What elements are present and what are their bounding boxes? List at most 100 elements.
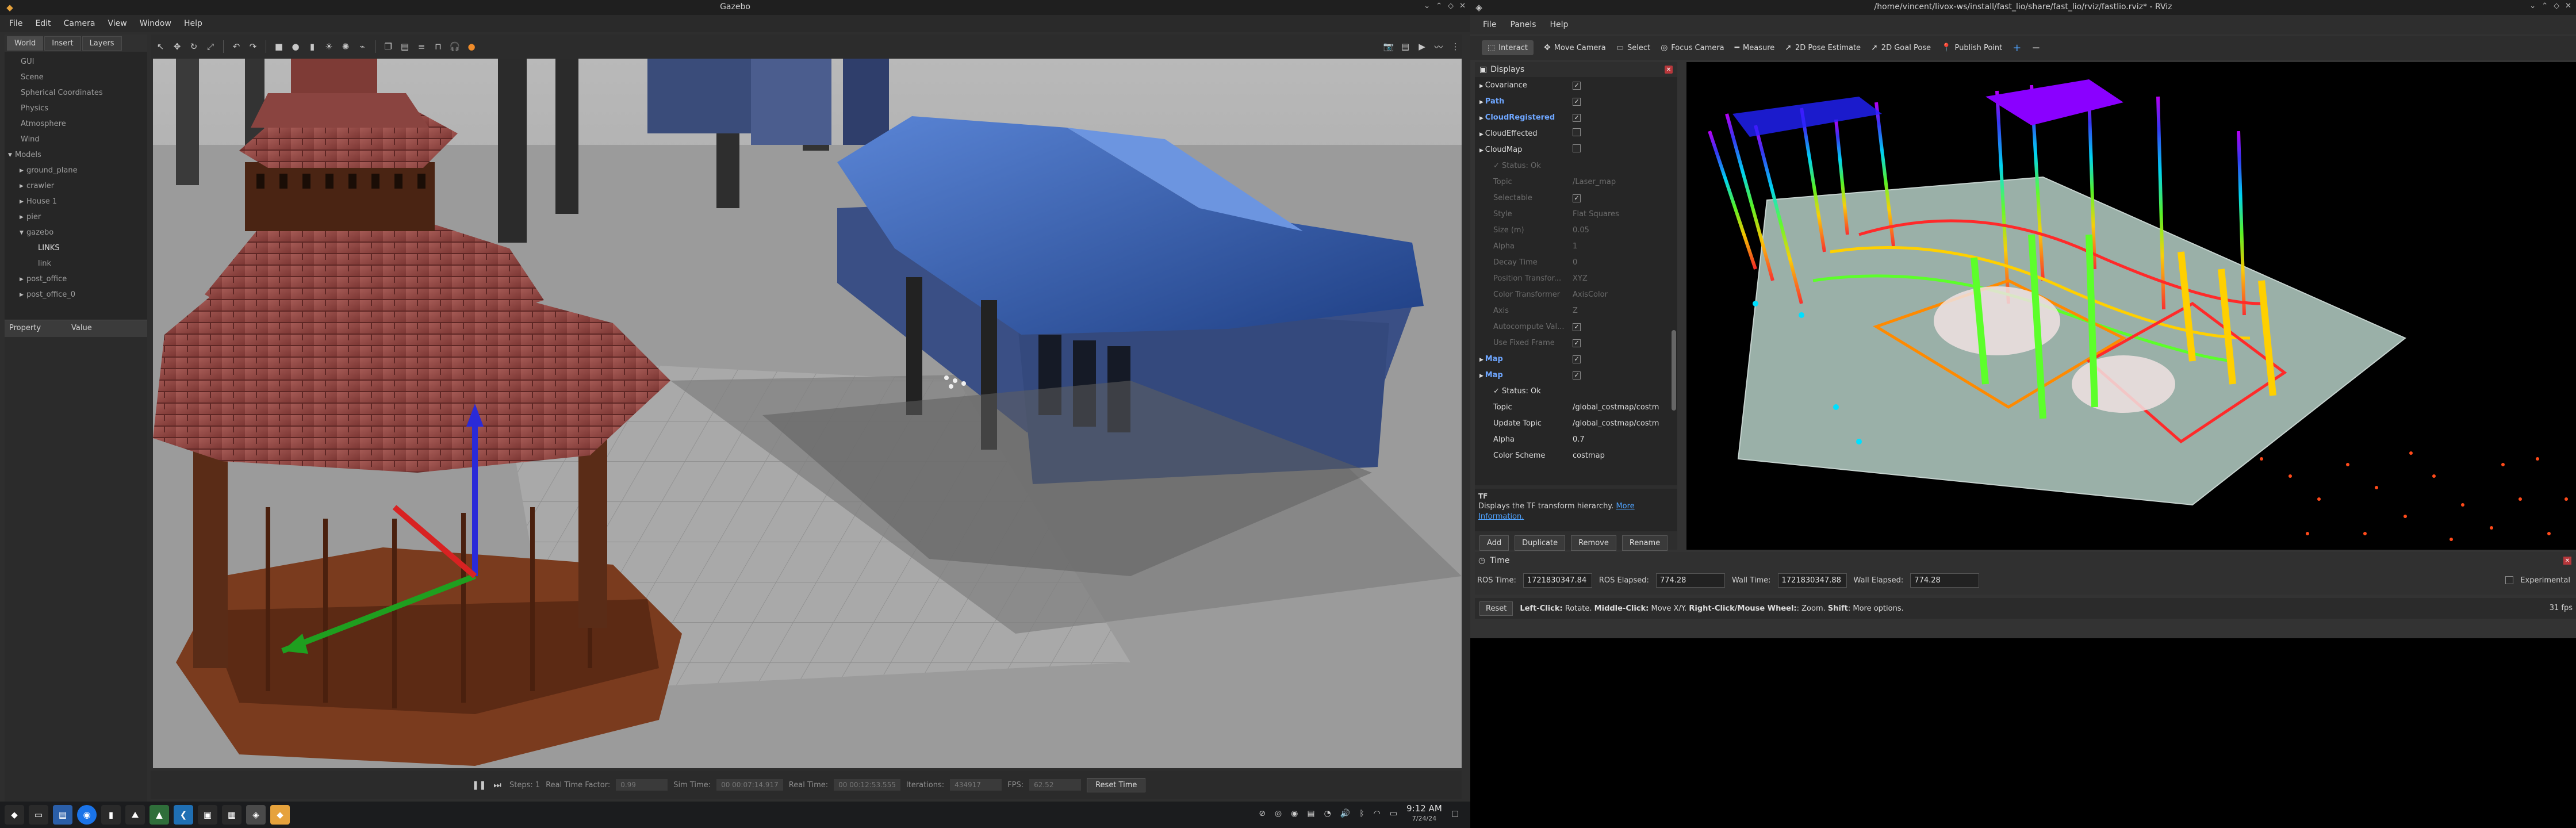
- tool-select[interactable]: ▭ Select: [1616, 43, 1650, 52]
- display-enabled-checkbox[interactable]: ✓: [1573, 113, 1581, 122]
- tool-2d-goal-pose[interactable]: ➚ 2D Goal Pose: [1871, 43, 1931, 52]
- step-icon[interactable]: ⏭: [491, 779, 504, 791]
- close-icon[interactable]: ✕: [1459, 2, 1466, 10]
- menu-help[interactable]: Help: [1544, 18, 1574, 32]
- maximize-icon[interactable]: ⌃: [1436, 2, 1442, 10]
- menu-panels[interactable]: Panels: [1504, 18, 1542, 32]
- audio-icon[interactable]: 🎧: [448, 40, 461, 53]
- plot-icon[interactable]: 〰: [1432, 40, 1445, 53]
- display-value[interactable]: ✓: [1573, 113, 1677, 122]
- align-icon[interactable]: ≡: [415, 40, 428, 53]
- pause-icon[interactable]: ❚❚: [471, 779, 486, 791]
- menu-view[interactable]: View: [103, 17, 132, 30]
- wifi-icon[interactable]: ◠: [1374, 809, 1381, 818]
- spot-light-icon[interactable]: ⌁: [356, 40, 369, 53]
- tree-item[interactable]: ▶ post_office: [5, 271, 147, 287]
- display-value[interactable]: ✓: [1573, 194, 1677, 202]
- display-value[interactable]: 0.7: [1573, 435, 1677, 444]
- record-icon[interactable]: ●: [465, 40, 478, 53]
- remove-button[interactable]: Remove: [1571, 535, 1616, 551]
- display-row[interactable]: ▶ Map ✓: [1475, 351, 1677, 367]
- expand-arrow-icon[interactable]: ▶: [20, 214, 26, 220]
- display-value[interactable]: /global_costmap/costm: [1573, 403, 1677, 412]
- tree-item[interactable]: Scene: [5, 70, 147, 85]
- display-enabled-checkbox[interactable]: ✓: [1573, 194, 1581, 202]
- display-value[interactable]: /Laser_map: [1573, 178, 1677, 186]
- undo-icon[interactable]: ↶: [230, 40, 243, 53]
- copy-icon[interactable]: ❐: [382, 40, 394, 53]
- display-row[interactable]: Decay Time 0: [1475, 254, 1677, 270]
- close-panel-icon[interactable]: ✕: [1665, 66, 1673, 74]
- chrome-icon[interactable]: ◉: [77, 805, 97, 825]
- select-arrow-icon[interactable]: ↖: [154, 40, 167, 53]
- tree-item[interactable]: Physics: [5, 101, 147, 116]
- tree-item[interactable]: Wind: [5, 132, 147, 147]
- tree-item[interactable]: ▶ House 1: [5, 194, 147, 209]
- display-value[interactable]: Z: [1573, 306, 1677, 315]
- display-row[interactable]: ▶ CloudMap: [1475, 141, 1677, 158]
- discover-icon[interactable]: ⊘: [1259, 809, 1266, 818]
- display-value[interactable]: ✓: [1573, 371, 1677, 379]
- maximize-icon[interactable]: ⌃: [2542, 2, 2548, 10]
- vpn-icon[interactable]: ◎: [1275, 809, 1282, 818]
- menu-help[interactable]: Help: [179, 17, 207, 30]
- display-value[interactable]: 0: [1573, 258, 1677, 267]
- expand-arrow-icon[interactable]: ▶: [1479, 132, 1485, 137]
- tree-item[interactable]: Spherical Coordinates: [5, 85, 147, 101]
- clock[interactable]: 9:12 AM 7/24/24: [1406, 804, 1442, 823]
- expand-arrow-icon[interactable]: ▶: [1479, 116, 1485, 121]
- display-value[interactable]: ✓: [1573, 355, 1677, 363]
- tab-world[interactable]: World: [7, 36, 44, 51]
- tree-item[interactable]: ▶ pier: [5, 209, 147, 225]
- display-value[interactable]: [1573, 128, 1677, 139]
- expand-arrow-icon[interactable]: ▶: [20, 199, 26, 205]
- wall-time-field[interactable]: 1721830347.88: [1777, 573, 1847, 588]
- menu-camera[interactable]: Camera: [59, 17, 100, 30]
- paste-icon[interactable]: ▤: [398, 40, 411, 53]
- tree-item[interactable]: ▶ post_office_0: [5, 287, 147, 302]
- tree-item[interactable]: ▶ ground_plane: [5, 163, 147, 178]
- battery-icon[interactable]: ▭: [1390, 809, 1397, 818]
- menu-file[interactable]: File: [1477, 18, 1502, 32]
- display-enabled-checkbox[interactable]: ✓: [1573, 339, 1581, 347]
- log-icon[interactable]: ▤: [1399, 40, 1412, 53]
- wall-elapsed-field[interactable]: 774.28: [1910, 573, 1980, 588]
- tab-insert[interactable]: Insert: [44, 36, 81, 51]
- tree-item[interactable]: GUI: [5, 54, 147, 70]
- display-row[interactable]: ▶ Map ✓: [1475, 367, 1677, 383]
- displays-scrollbar[interactable]: [1672, 330, 1676, 411]
- expand-arrow-icon[interactable]: ▶: [1479, 83, 1485, 89]
- display-row[interactable]: ▶ CloudRegistered ✓: [1475, 109, 1677, 125]
- rotate-icon[interactable]: ↻: [187, 40, 200, 53]
- tree-item[interactable]: link: [5, 256, 147, 271]
- display-value[interactable]: ✓: [1573, 323, 1677, 331]
- display-value[interactable]: costmap: [1573, 451, 1677, 460]
- system-monitor-icon[interactable]: ⛰: [125, 805, 145, 825]
- restore-icon[interactable]: ◇: [2554, 2, 2559, 10]
- expand-arrow-icon[interactable]: ▶: [1479, 357, 1485, 363]
- expand-arrow-icon[interactable]: ▶: [1479, 99, 1485, 105]
- display-value[interactable]: 1: [1573, 242, 1677, 251]
- menu-window[interactable]: Window: [135, 17, 176, 30]
- reset-button[interactable]: Reset: [1479, 601, 1513, 616]
- experimental-checkbox[interactable]: [2505, 576, 2514, 584]
- duplicate-button[interactable]: Duplicate: [1515, 535, 1566, 551]
- display-enabled-checkbox[interactable]: ✓: [1573, 97, 1581, 106]
- redo-icon[interactable]: ↷: [247, 40, 259, 53]
- display-row[interactable]: Size (m) 0.05: [1475, 222, 1677, 238]
- tool-measure[interactable]: ━ Measure: [1735, 43, 1775, 52]
- display-row[interactable]: ▶ Covariance ✓: [1475, 77, 1677, 93]
- display-enabled-checkbox[interactable]: [1573, 144, 1581, 152]
- point-light-icon[interactable]: ✺: [339, 40, 352, 53]
- box-icon[interactable]: ■: [273, 40, 285, 53]
- steps-label[interactable]: Steps: 1: [509, 781, 540, 789]
- display-row[interactable]: Axis Z: [1475, 302, 1677, 319]
- sun-light-icon[interactable]: ☀: [323, 40, 335, 53]
- display-row[interactable]: Topic/global_costmap/costm: [1475, 399, 1677, 415]
- expand-arrow-icon[interactable]: ▶: [20, 277, 26, 282]
- translate-icon[interactable]: ✥: [171, 40, 183, 53]
- display-value[interactable]: ✓: [1573, 339, 1677, 347]
- display-row[interactable]: ▶ CloudEffected: [1475, 125, 1677, 141]
- tool-move-camera[interactable]: ✥ Move Camera: [1544, 43, 1606, 52]
- display-value[interactable]: 0.05: [1573, 226, 1677, 235]
